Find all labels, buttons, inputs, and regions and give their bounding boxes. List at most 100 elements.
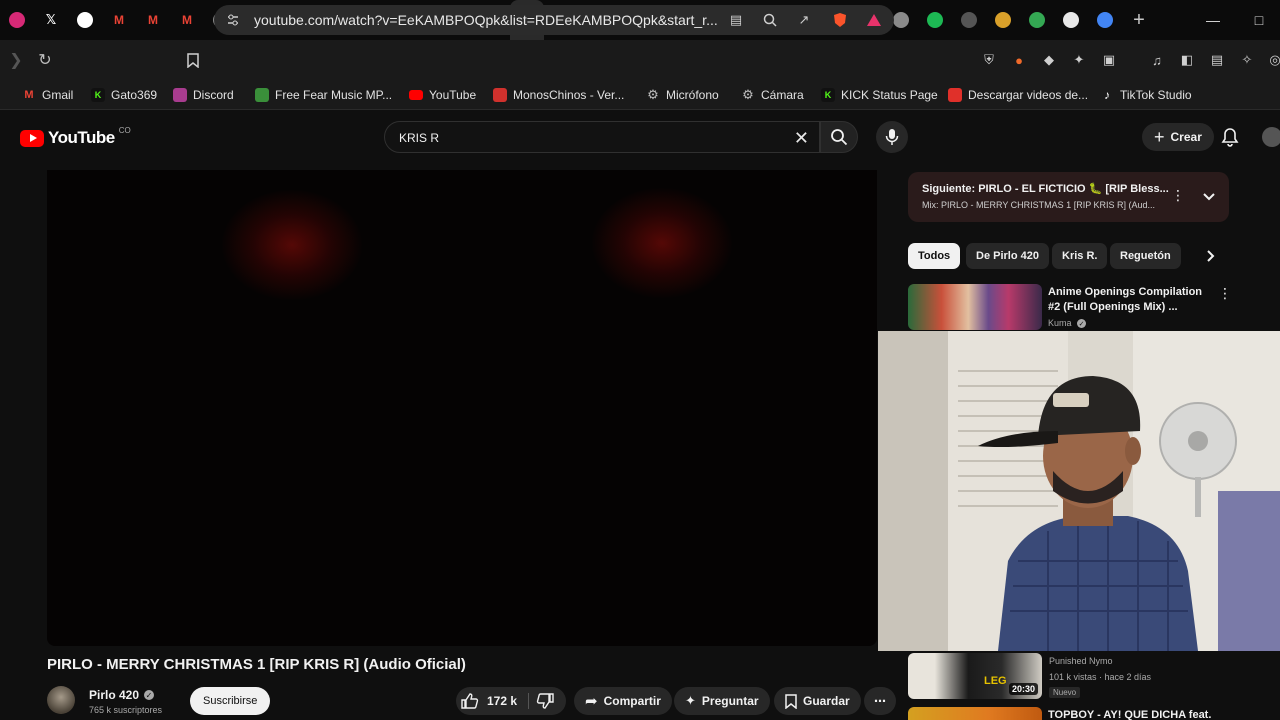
bookmark-item[interactable]: Descargar videos de... <box>948 86 1088 104</box>
like-button[interactable]: 172 k <box>461 693 517 709</box>
browser-tab[interactable] <box>1088 0 1122 40</box>
bookmark-label: Free Fear Music MP... <box>275 88 393 102</box>
playlist-next-card[interactable]: Siguiente: PIRLO - EL FICTICIO 🐛 [RIP Bl… <box>908 172 1229 222</box>
youtube-logo-text: YouTube <box>48 128 115 147</box>
new-tab-icon[interactable]: + <box>1122 0 1156 40</box>
shield-extension-icon[interactable]: ⛨ <box>979 50 999 70</box>
youtube-icon <box>409 90 423 100</box>
thumbnail-text: LEG <box>984 675 1007 687</box>
channel-name[interactable]: Pirlo 420 <box>89 688 139 702</box>
channel-avatar[interactable] <box>47 686 75 714</box>
zoom-icon[interactable] <box>760 10 780 30</box>
video-player[interactable] <box>47 170 877 646</box>
minimize-icon[interactable]: — <box>1190 0 1236 40</box>
youtube-logo[interactable]: YouTube CO <box>20 126 131 148</box>
region-code: CO <box>118 126 131 135</box>
leo-ai-icon[interactable]: ✧ <box>1237 50 1257 70</box>
diamond-extension-icon[interactable]: ◆ <box>1039 50 1059 70</box>
bookmark-item[interactable]: M Gmail <box>22 86 73 104</box>
create-button[interactable]: + Crear <box>1142 123 1214 151</box>
chevron-down-icon[interactable] <box>1201 188 1217 204</box>
maximize-icon[interactable]: □ <box>1236 0 1280 40</box>
site-settings-icon[interactable] <box>223 10 243 30</box>
more-actions-button[interactable]: ⋯ <box>864 687 896 715</box>
browser-tab[interactable] <box>0 0 34 40</box>
like-dislike-group: 172 k <box>456 687 566 715</box>
recommendation-title[interactable]: TOPBOY - AY! QUE DICHA feat. <box>1048 708 1248 720</box>
save-button[interactable]: Guardar <box>774 687 861 715</box>
af-icon <box>893 12 909 28</box>
omnibox[interactable]: youtube.com/watch?v=EeKAMBPOQpk&list=RDE… <box>214 5 894 35</box>
forward-icon[interactable]: ❯ <box>1 45 31 75</box>
browser-tab[interactable]: M <box>136 0 170 40</box>
browser-tab[interactable] <box>952 0 986 40</box>
recommendation-title[interactable]: Anime Openings Compilation #2 (Full Open… <box>1048 285 1216 315</box>
bookmark-icon[interactable] <box>178 45 208 75</box>
save-bookmark-icon <box>785 693 797 709</box>
bookmark-item[interactable]: ⚙ Cámara <box>741 86 804 104</box>
dislike-button[interactable] <box>536 693 554 714</box>
share-icon[interactable]: ↗ <box>794 10 814 30</box>
chip-kris-r[interactable]: Kris R. <box>1052 243 1108 269</box>
wallet-icon[interactable]: ▤ <box>1207 50 1227 70</box>
playlist-menu-icon[interactable]: ⋮ <box>1171 187 1185 204</box>
thumbs-down-icon <box>536 693 554 709</box>
channel-name-row[interactable]: Pirlo 420 ✓ <box>89 688 155 702</box>
tiktok-icon <box>77 12 93 28</box>
screenshot-extension-icon[interactable]: ▣ <box>1099 50 1119 70</box>
browser-tab[interactable] <box>986 0 1020 40</box>
notifications-button[interactable] <box>1220 127 1240 147</box>
puzzle-extension-icon[interactable]: ✦ <box>1069 50 1089 70</box>
gmail-icon: M <box>182 13 192 27</box>
recommendation-thumbnail[interactable] <box>908 707 1042 720</box>
bookmark-item[interactable]: MonosChinos - Ver... <box>493 86 624 104</box>
tiktok-icon: ♪ <box>1104 88 1110 102</box>
bookmark-label: Descargar videos de... <box>968 88 1089 102</box>
chip-all[interactable]: Todos <box>908 243 961 269</box>
account-avatar[interactable] <box>1262 127 1280 147</box>
bookmark-item[interactable]: Free Fear Music MP... <box>255 86 392 104</box>
verified-icon: ✓ <box>1077 319 1087 329</box>
bookmark-item[interactable]: ♪ TikTok Studio <box>1100 86 1192 104</box>
sidebar-toggle-icon[interactable]: ◧ <box>1177 50 1197 70</box>
subscribe-button[interactable]: Suscribirse <box>190 687 271 715</box>
chevron-right-icon[interactable] <box>1202 248 1218 264</box>
brave-shield-icon[interactable] <box>830 10 850 30</box>
cast-icon[interactable]: ▤ <box>726 10 746 30</box>
search-query: KRIS R <box>399 131 440 145</box>
browser-tab[interactable] <box>918 0 952 40</box>
share-button[interactable]: ➦ Compartir <box>574 687 672 715</box>
browser-tab[interactable]: 𝕏 <box>34 0 68 40</box>
bookmark-item[interactable]: ⚙ Micrófono <box>646 86 719 104</box>
recommendation-menu-icon[interactable]: ⋮ <box>1218 285 1232 302</box>
bookmark-label: Gmail <box>42 88 74 102</box>
bookmark-item[interactable]: YouTube <box>409 86 476 104</box>
browser-tab[interactable]: M <box>170 0 204 40</box>
kick-icon: K <box>91 88 105 102</box>
bookmark-item[interactable]: K KICK Status Page <box>821 86 938 104</box>
browser-tab[interactable] <box>1020 0 1054 40</box>
brave-rewards-icon[interactable] <box>864 10 884 30</box>
browser-tab[interactable] <box>1054 0 1088 40</box>
recommendation-stats: 101 k vistas · hace 2 días <box>1049 672 1152 682</box>
search-input[interactable]: KRIS R ✕ <box>384 121 820 153</box>
search-button[interactable] <box>820 121 858 153</box>
ask-button[interactable]: ✦ Preguntar <box>674 687 770 715</box>
vpn-icon[interactable]: ◎ <box>1265 50 1280 70</box>
bookmark-item[interactable]: K Gato369 <box>91 86 157 104</box>
voice-search-button[interactable] <box>876 121 908 153</box>
thumbs-up-icon <box>461 693 479 709</box>
clear-search-icon[interactable]: ✕ <box>794 128 809 149</box>
fire-extension-icon[interactable]: ● <box>1009 50 1029 70</box>
chip-regueton[interactable]: Reguetón <box>1110 243 1181 269</box>
browser-tab[interactable] <box>68 0 102 40</box>
video-title: PIRLO - MERRY CHRISTMAS 1 [RIP KRIS R] (… <box>47 656 466 673</box>
media-control-icon[interactable]: ♫ <box>1147 50 1167 70</box>
recommendation-thumbnail[interactable] <box>908 284 1042 330</box>
mute-icon <box>1063 12 1079 28</box>
bookmark-item[interactable]: Discord <box>173 86 234 104</box>
browser-tab[interactable]: M <box>102 0 136 40</box>
reload-icon[interactable]: ↻ <box>30 45 60 75</box>
recommendation-thumbnail[interactable]: LEG 20:30 <box>908 653 1042 699</box>
chip-from-channel[interactable]: De Pirlo 420 <box>966 243 1049 269</box>
